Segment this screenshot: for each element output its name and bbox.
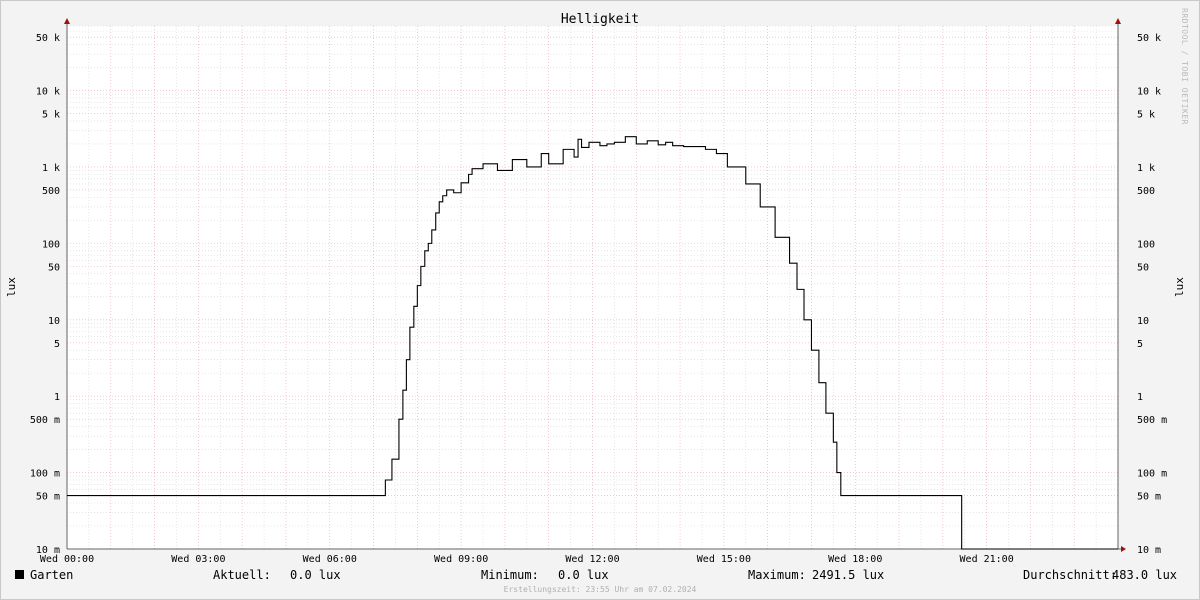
y-tick-label-left: 100 (42, 239, 60, 250)
y-tick-label-left: 10 (48, 316, 60, 327)
watermark: RRDTOOL / TOBI OETIKER (1180, 8, 1189, 125)
y-tick-label-left: 1 (54, 392, 60, 403)
legend-current-value: 0.0 lux (290, 568, 341, 582)
x-tick-label: Wed 06:00 (303, 554, 357, 565)
y-tick-label-left: 5 k (42, 110, 60, 121)
y-tick-label-right: 1 (1137, 392, 1143, 403)
y-tick-label-left: 5 (54, 339, 60, 350)
y-tick-label-right: 50 k (1137, 33, 1161, 44)
y-axis-arrow-right (1115, 18, 1121, 24)
legend-max-label: Maximum: (748, 568, 806, 582)
y-tick-label-left: 10 k (36, 87, 60, 98)
y-tick-label-left: 1 k (42, 163, 60, 174)
legend-max-value: 2491.5 lux (812, 568, 885, 582)
legend-swatch (15, 570, 24, 579)
y-tick-label-right: 50 (1137, 262, 1149, 273)
x-tick-label: Wed 18:00 (828, 554, 882, 565)
y-tick-label-right: 500 m (1137, 415, 1167, 426)
x-tick-label: Wed 15:00 (697, 554, 751, 565)
legend-series-name: Garten (30, 568, 74, 582)
y-tick-label-right: 10 m (1137, 545, 1161, 556)
y-axis-label-left: lux (5, 277, 18, 297)
y-tick-label-right: 5 (1137, 339, 1143, 350)
y-tick-label-left: 50 (48, 262, 60, 273)
y-tick-label-right: 50 m (1137, 492, 1161, 503)
y-tick-label-left: 500 (42, 186, 60, 197)
y-tick-label-right: 100 m (1137, 469, 1167, 480)
x-tick-label: Wed 09:00 (434, 554, 488, 565)
y-tick-label-left: 500 m (30, 415, 60, 426)
y-tick-label-right: 100 (1137, 239, 1155, 250)
y-tick-label-right: 1 k (1137, 163, 1155, 174)
chart-title: Helligkeit (561, 12, 639, 27)
y-tick-label-left: 50 m (36, 492, 60, 503)
x-axis-arrow (1121, 546, 1126, 552)
y-axis-label-right: lux (1173, 277, 1186, 297)
x-tick-label: Wed 12:00 (565, 554, 619, 565)
y-axis-arrow-left (64, 18, 70, 24)
brightness-chart: Helligkeit lux lux Wed 00:00 Wed 03:00 Wed… (5, 12, 1186, 565)
y-tick-label-left: 50 k (36, 33, 60, 44)
legend-min-value: 0.0 lux (558, 568, 609, 582)
y-tick-label-right: 500 (1137, 186, 1155, 197)
y-tick-label-right: 10 (1137, 316, 1149, 327)
legend-current-label: Aktuell: (213, 568, 271, 582)
y-tick-label-right: 10 k (1137, 87, 1161, 98)
x-tick-label: Wed 21:00 (960, 554, 1014, 565)
y-tick-label-left: 10 m (36, 545, 60, 556)
legend-avg-label: Durchschnitt: (1023, 568, 1117, 582)
x-tick-label: Wed 03:00 (171, 554, 225, 565)
legend-min-label: Minimum: (481, 568, 539, 582)
y-tick-label-right: 5 k (1137, 110, 1155, 121)
y-tick-label-left: 100 m (30, 469, 60, 480)
footer-timestamp: Erstellungszeit: 23:55 Uhr am 07.02.2024 (503, 585, 697, 594)
legend-avg-value: 483.0 lux (1112, 568, 1178, 582)
grid (66, 25, 1119, 550)
